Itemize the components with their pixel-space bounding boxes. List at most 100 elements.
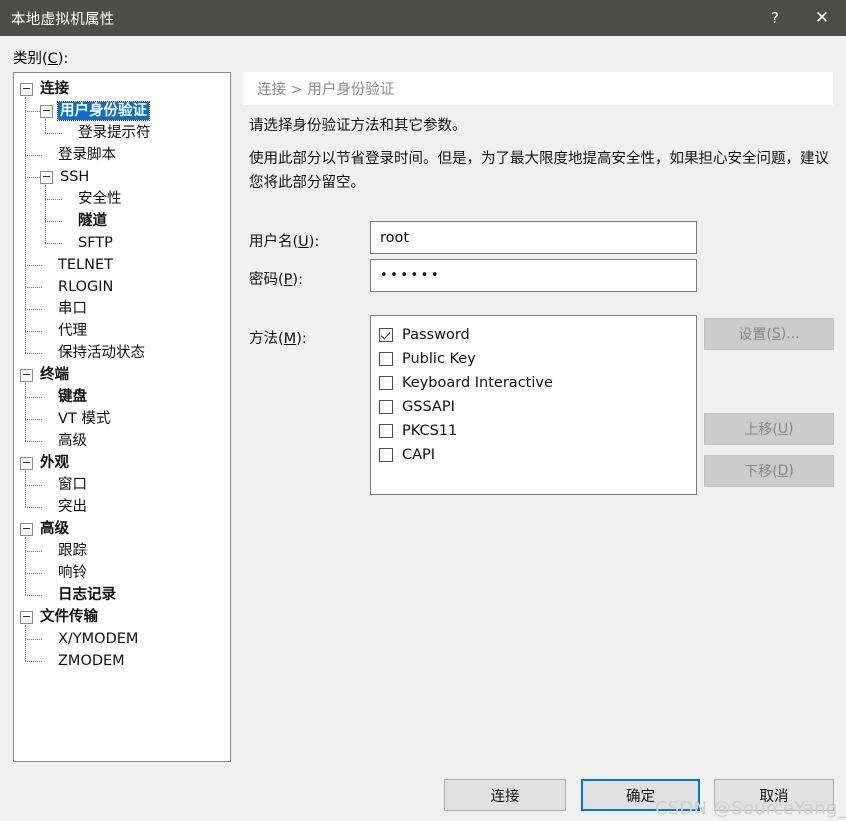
tree-item-高级[interactable]: 高级	[14, 430, 230, 452]
username-input[interactable]: root	[370, 221, 697, 254]
title-bar: 本地虚拟机属性 ? ✕	[0, 0, 846, 36]
tree-item-label: X/YMODEM	[58, 631, 139, 647]
checkbox-icon[interactable]	[379, 376, 393, 390]
checkbox-icon[interactable]	[379, 400, 393, 414]
tree-item-登录脚本[interactable]: 登录脚本	[14, 144, 230, 166]
password-input[interactable]: ••••••	[370, 259, 697, 292]
checkbox-icon[interactable]	[379, 352, 393, 366]
tree-item-label: 文件传输	[40, 609, 98, 625]
method-list[interactable]: Password Public Key Keyboard Interactive GS…	[370, 315, 697, 495]
tree-item-响铃[interactable]: 响铃	[14, 562, 230, 584]
help-icon[interactable]: ?	[752, 0, 798, 36]
password-value: ••••••	[380, 268, 442, 283]
tree-item-label: 终端	[40, 367, 69, 383]
tree-item-label: 跟踪	[58, 543, 87, 559]
tree-item-终端[interactable]: 终端	[14, 364, 230, 386]
tree-item-用户身份验证[interactable]: 用户身份验证	[14, 100, 230, 122]
tree-item-键盘[interactable]: 键盘	[14, 386, 230, 408]
connect-button[interactable]: 连接	[444, 779, 566, 811]
tree-item-高级[interactable]: 高级	[14, 518, 230, 540]
tree-item-SSH[interactable]: SSH	[14, 166, 230, 188]
tree-collapse-icon[interactable]	[20, 368, 33, 382]
method-item-keyboard-interactive[interactable]: Keyboard Interactive	[379, 371, 696, 395]
method-item-label: GSSAPI	[402, 399, 455, 415]
tree-item-label: 窗口	[58, 477, 87, 493]
tree-item-label: 响铃	[58, 565, 87, 581]
tree-item-label: 外观	[40, 455, 69, 471]
tree-item-安全性[interactable]: 安全性	[14, 188, 230, 210]
tree-item-文件传输[interactable]: 文件传输	[14, 606, 230, 628]
tree-item-登录提示符[interactable]: 登录提示符	[14, 122, 230, 144]
tree-item-label: 登录提示符	[78, 125, 151, 141]
method-item-pkcs11[interactable]: PKCS11	[379, 419, 696, 443]
tree-item-label: ZMODEM	[58, 653, 125, 669]
tree-item-保持活动状态[interactable]: 保持活动状态	[14, 342, 230, 364]
tree-collapse-icon[interactable]	[20, 456, 33, 470]
tree-collapse-icon[interactable]	[20, 522, 33, 536]
username-value: root	[380, 229, 410, 246]
tree-collapse-icon[interactable]	[20, 610, 33, 624]
tree-item-label: 高级	[58, 433, 87, 449]
method-item-label: Password	[402, 327, 470, 343]
tree-item-连接[interactable]: 连接	[14, 78, 230, 100]
checkbox-icon[interactable]	[379, 448, 393, 462]
tree-item-跟踪[interactable]: 跟踪	[14, 540, 230, 562]
cancel-button[interactable]: 取消	[714, 779, 834, 811]
tree-item-TELNET[interactable]: TELNET	[14, 254, 230, 276]
method-item-gssapi[interactable]: GSSAPI	[379, 395, 696, 419]
tree-item-串口[interactable]: 串口	[14, 298, 230, 320]
tree-item-窗口[interactable]: 窗口	[14, 474, 230, 496]
move-up-button[interactable]: 上移(U)	[704, 413, 834, 445]
category-tree-list: 连接用户身份验证登录提示符登录脚本 SSH 安全性隧道 SFTP TELNET RLOGI…	[14, 73, 230, 672]
tree-item-代理[interactable]: 代理	[14, 320, 230, 342]
tree-item-X/YMODEM[interactable]: X/YMODEM	[14, 628, 230, 650]
method-item-public-key[interactable]: Public Key	[379, 347, 696, 371]
tree-item-label: 连接	[40, 81, 69, 97]
method-item-label: CAPI	[402, 447, 436, 463]
tree-item-label: 安全性	[78, 191, 122, 207]
checkbox-icon[interactable]	[379, 424, 393, 438]
method-item-capi[interactable]: CAPI	[379, 443, 696, 467]
username-label: 用户名(U):	[249, 234, 320, 250]
tree-item-label: 突出	[58, 499, 87, 515]
close-icon[interactable]: ✕	[798, 0, 846, 36]
tree-collapse-icon[interactable]	[40, 104, 53, 118]
tree-item-label: 保持活动状态	[58, 345, 145, 361]
tree-collapse-icon[interactable]	[40, 170, 53, 184]
breadcrumb-bar: 连接 > 用户身份验证	[243, 72, 833, 105]
tree-item-label: SSH	[60, 169, 90, 185]
description-primary: 请选择身份验证方法和其它参数。	[249, 118, 467, 134]
breadcrumb: 连接 > 用户身份验证	[257, 82, 395, 98]
checkbox-icon[interactable]	[379, 328, 393, 342]
tree-item-label: 代理	[58, 323, 87, 339]
tree-item-label: 用户身份验证	[57, 101, 150, 121]
window-title: 本地虚拟机属性	[11, 11, 115, 28]
category-label: 类别(C):	[13, 51, 69, 67]
tree-item-VT 模式[interactable]: VT 模式	[14, 408, 230, 430]
tree-item-label: 登录脚本	[58, 147, 116, 163]
move-down-button[interactable]: 下移(D)	[704, 455, 834, 487]
method-item-label: Public Key	[402, 351, 476, 367]
tree-item-label: VT 模式	[58, 411, 111, 427]
method-item-label: PKCS11	[402, 423, 458, 439]
tree-item-label: 高级	[40, 521, 69, 537]
tree-item-外观[interactable]: 外观	[14, 452, 230, 474]
tree-item-突出[interactable]: 突出	[14, 496, 230, 518]
method-item-label: Keyboard Interactive	[402, 375, 553, 391]
description-secondary: 使用此部分以节省登录时间。但是，为了最大限度地提高安全性，如果担心安全问题，建议…	[249, 151, 829, 191]
tree-item-label: 串口	[58, 301, 87, 317]
tree-item-label: RLOGIN	[58, 279, 114, 295]
tree-item-label: SFTP	[78, 235, 113, 251]
ok-button[interactable]: 确定	[581, 779, 700, 811]
tree-item-日志记录[interactable]: 日志记录	[14, 584, 230, 606]
method-item-password[interactable]: Password	[379, 323, 696, 347]
category-tree[interactable]: 连接用户身份验证登录提示符登录脚本 SSH 安全性隧道 SFTP TELNET RLOGI…	[13, 72, 231, 762]
tree-item-隧道[interactable]: 隧道	[14, 210, 230, 232]
tree-item-ZMODEM[interactable]: ZMODEM	[14, 650, 230, 672]
tree-item-label: 日志记录	[58, 587, 116, 603]
tree-item-SFTP[interactable]: SFTP	[14, 232, 230, 254]
tree-collapse-icon[interactable]	[20, 82, 33, 96]
password-label: 密码(P):	[249, 272, 303, 288]
tree-item-RLOGIN[interactable]: RLOGIN	[14, 276, 230, 298]
settings-button[interactable]: 设置(S)...	[704, 318, 834, 350]
